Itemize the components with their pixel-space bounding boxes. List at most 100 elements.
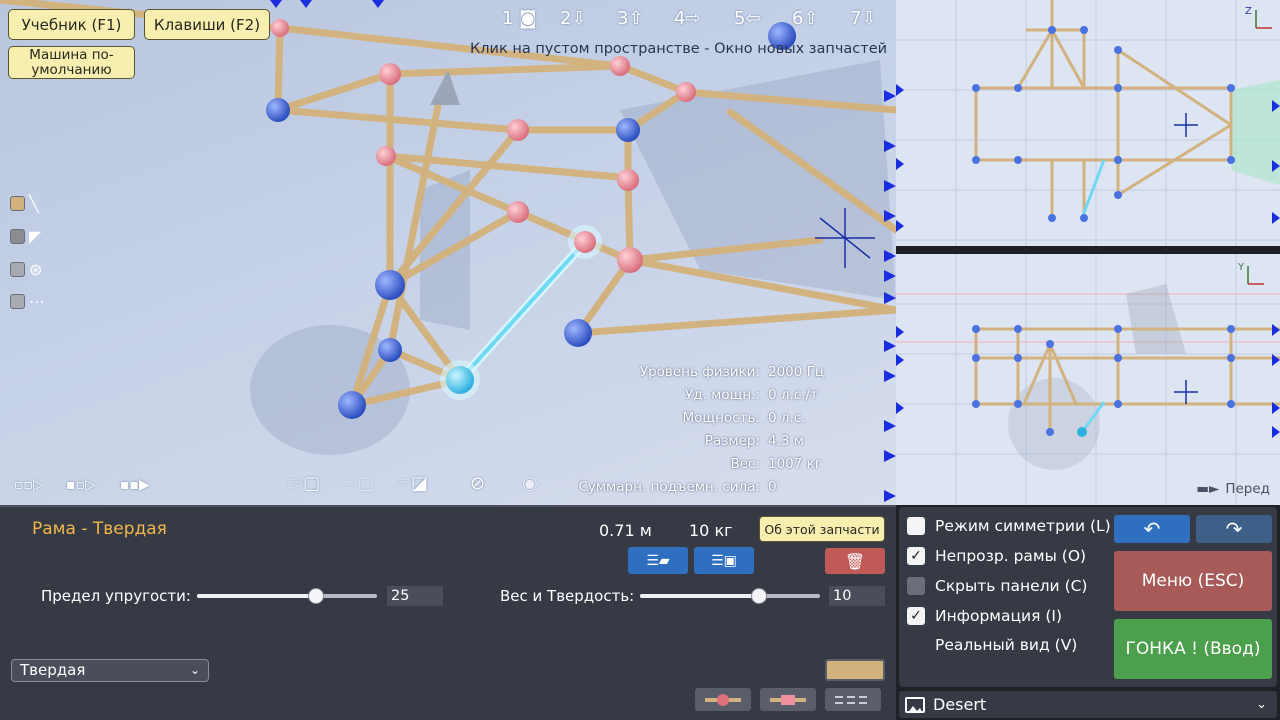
- node[interactable]: [271, 19, 289, 37]
- elasticity-value[interactable]: 25: [387, 586, 443, 606]
- node[interactable]: [676, 82, 696, 102]
- 3d-viewport[interactable]: Учебник (F1) Клавиши (F2) Машина по-умол…: [0, 0, 896, 505]
- option-real-view[interactable]: Реальный вид (V): [907, 636, 1077, 654]
- option-hide-panels[interactable]: Скрыть панели (C): [907, 577, 1087, 595]
- node[interactable]: [564, 319, 592, 347]
- paint-icon[interactable]: ☞◪: [395, 473, 428, 494]
- keys-button[interactable]: Клавиши (F2): [144, 9, 270, 40]
- part-color-swatch[interactable]: [825, 659, 885, 681]
- tool-wheel[interactable]: ⊛: [10, 260, 42, 279]
- option-symmetry[interactable]: Режим симметрии (L): [907, 517, 1111, 535]
- environment-select[interactable]: Desert ⌄: [899, 691, 1277, 718]
- undo-button[interactable]: ↶: [1114, 515, 1190, 543]
- elasticity-slider-knob[interactable]: [307, 588, 324, 604]
- stat-size: Размер: 4.3 м: [705, 433, 830, 449]
- node[interactable]: [617, 169, 639, 191]
- top-view-nodes: [972, 26, 1235, 222]
- camera-view-6[interactable]: 6⇧: [792, 8, 819, 29]
- tool-more[interactable]: ⋯: [10, 292, 45, 311]
- eye-icon[interactable]: ◉: [522, 473, 538, 494]
- side-view[interactable]: Y ▬► Перед: [896, 254, 1280, 505]
- stat-label: Уд. мощн.:: [685, 387, 760, 403]
- node[interactable]: [507, 119, 529, 141]
- material-select[interactable]: Твердая ⌄: [11, 659, 209, 682]
- side-view-canvas[interactable]: Y: [896, 254, 1280, 505]
- paste-icon[interactable]: ☞▢: [287, 473, 320, 494]
- part-length: 0.71 м: [599, 521, 652, 540]
- stat-physics: Уровень физики: 2000 Гц: [640, 364, 830, 380]
- sliders-folder-icon: ☰▰: [646, 552, 670, 569]
- node[interactable]: [338, 391, 366, 419]
- weight-hardness-value[interactable]: 10: [829, 586, 885, 606]
- node[interactable]: [616, 118, 640, 142]
- redo-button[interactable]: ↷: [1196, 515, 1272, 543]
- weight-hardness-slider-knob[interactable]: [750, 588, 767, 604]
- wheel-swatch: [10, 262, 25, 277]
- paste-disabled-icon[interactable]: ☞▢: [341, 473, 374, 494]
- svg-text:Z: Z: [1245, 6, 1252, 17]
- svg-text:Y: Y: [1237, 262, 1245, 273]
- more-swatch: [10, 294, 25, 309]
- top-view-canvas[interactable]: Z: [896, 0, 1280, 250]
- selected-node[interactable]: [574, 231, 596, 253]
- stat-weight: Вес: 1007 кг: [730, 456, 830, 472]
- playback-slow-icon[interactable]: ▫▫▷: [14, 477, 44, 493]
- part-weight: 10 кг: [689, 521, 733, 540]
- camera-view-3[interactable]: 3⇧: [617, 8, 644, 29]
- camera-view-7[interactable]: 7⇩: [850, 8, 877, 29]
- panel-swatch: [10, 229, 25, 244]
- weight-hardness-label: Вес и Твердость:: [500, 587, 635, 605]
- node[interactable]: [266, 98, 290, 122]
- delete-part-button[interactable]: 🗑: [825, 548, 885, 574]
- style-beam-dashed-button[interactable]: [825, 688, 881, 711]
- node[interactable]: [379, 63, 401, 85]
- about-part-button[interactable]: Об этой запчасти: [759, 516, 885, 542]
- node[interactable]: [376, 146, 396, 166]
- settings-panel: Режим симметрии (L) ✓ Непрозр. рамы (O) С…: [896, 505, 1280, 720]
- eye-hidden-icon[interactable]: ⊘: [470, 473, 485, 494]
- menu-button[interactable]: Меню (ESC): [1114, 551, 1272, 611]
- camera-view-5[interactable]: 5⇦: [734, 8, 761, 29]
- elasticity-slider[interactable]: [197, 588, 377, 604]
- tool-panel[interactable]: ◤: [10, 227, 41, 246]
- camera-view-1[interactable]: 1 ◙: [502, 8, 537, 29]
- stat-value: 0 л.с./т: [768, 387, 818, 403]
- camera-view-number: 7: [850, 8, 862, 29]
- style-beam-block-button[interactable]: [760, 688, 816, 711]
- race-button[interactable]: ГОНКА ! (Ввод): [1114, 619, 1272, 679]
- load-settings-button[interactable]: ☰▰: [628, 547, 688, 574]
- selected-beam-core: [458, 240, 587, 382]
- top-view-edge-markers: [896, 84, 1280, 232]
- checkbox[interactable]: [907, 517, 925, 535]
- frame-swatch: [10, 196, 25, 211]
- arrow-up-icon: ⇧: [803, 8, 819, 29]
- checkbox[interactable]: ✓: [907, 547, 925, 565]
- stat-value: 0 л.с.: [768, 410, 806, 426]
- style-beam-rounded-button[interactable]: [695, 688, 751, 711]
- arrow-down-icon: ⇩: [571, 8, 587, 29]
- top-view[interactable]: Z: [896, 0, 1280, 250]
- camera-view-2[interactable]: 2⇩: [560, 8, 587, 29]
- node[interactable]: [507, 201, 529, 223]
- triangle-icon: ◤: [29, 227, 42, 246]
- selected-node[interactable]: [446, 366, 474, 394]
- node[interactable]: [617, 247, 643, 273]
- tool-frame[interactable]: ╲: [10, 194, 39, 213]
- node[interactable]: [378, 338, 402, 362]
- playback-medium-icon[interactable]: ▪▫▷: [66, 477, 96, 493]
- default-car-button[interactable]: Машина по-умолчанию: [8, 46, 135, 79]
- option-opaque-frames[interactable]: ✓ Непрозр. рамы (O): [907, 547, 1086, 565]
- arrow-up-icon: ⇧: [628, 8, 644, 29]
- checkbox[interactable]: ✓: [907, 607, 925, 625]
- camera-view-number: 3: [617, 8, 629, 29]
- weight-hardness-slider[interactable]: [640, 588, 820, 604]
- stat-value: 0: [768, 479, 777, 495]
- save-settings-button[interactable]: ☰▣: [694, 547, 754, 574]
- node[interactable]: [610, 56, 630, 76]
- checkbox[interactable]: [907, 577, 925, 595]
- tutorial-button[interactable]: Учебник (F1): [8, 9, 135, 40]
- camera-view-4[interactable]: 4⇨: [674, 8, 701, 29]
- playback-fast-icon[interactable]: ▪▪▶: [120, 477, 150, 493]
- node[interactable]: [375, 270, 405, 300]
- option-info[interactable]: ✓ Информация (I): [907, 607, 1062, 625]
